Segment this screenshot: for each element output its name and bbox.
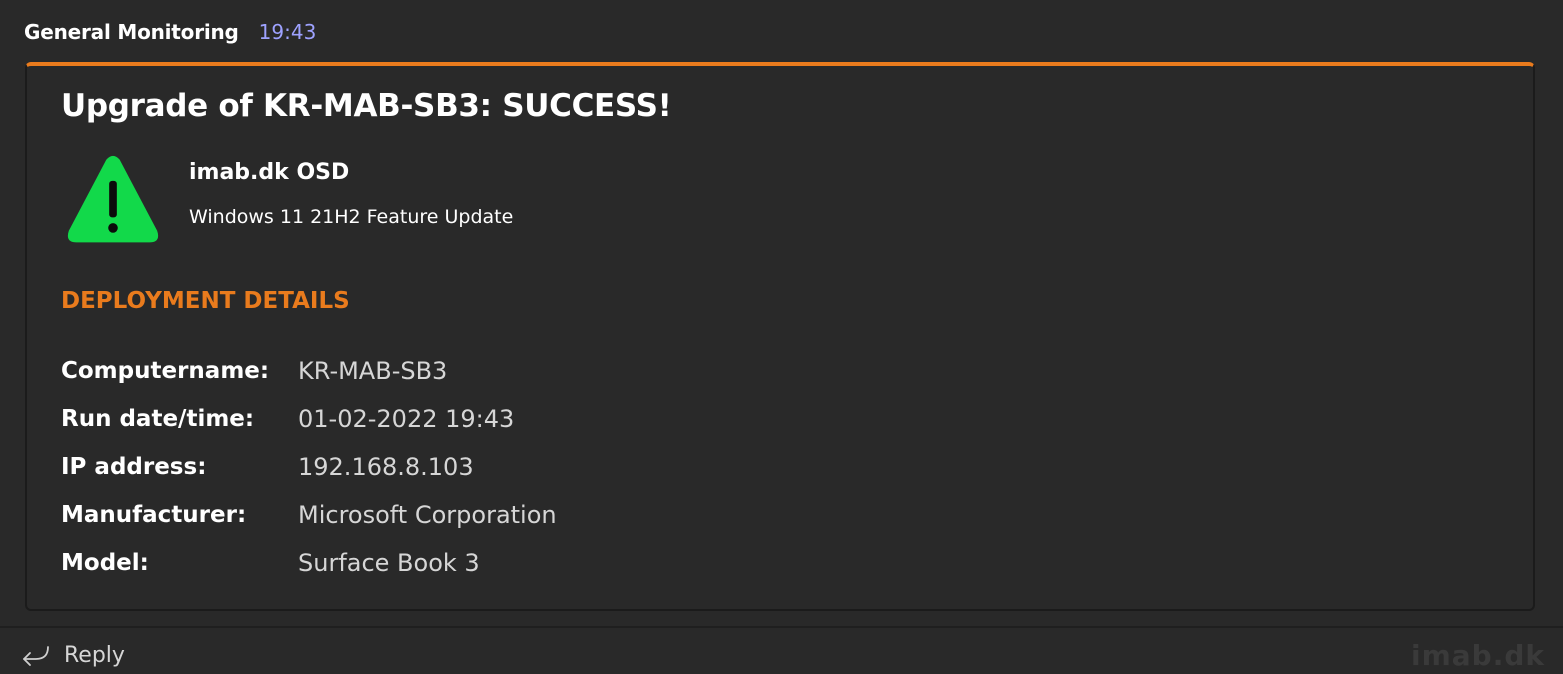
watermark-logo: imab.dk — [1410, 639, 1545, 672]
message-header: General Monitoring 19:43 — [24, 18, 316, 46]
fact-value: 01-02-2022 19:43 — [298, 405, 515, 433]
fact-label: Manufacturer: — [61, 502, 247, 528]
fact-set: Computername: KR-MAB-SB3 Run date/time: … — [61, 347, 961, 587]
fact-row-run-date: Run date/time: 01-02-2022 19:43 — [61, 395, 961, 443]
warning-triangle-icon — [67, 155, 159, 243]
card-title: Upgrade of KR-MAB-SB3: SUCCESS! — [61, 88, 672, 124]
fact-label: IP address: — [61, 454, 207, 480]
teams-message: General Monitoring 19:43 Upgrade of KR-M… — [0, 0, 1563, 674]
fact-value: 192.168.8.103 — [298, 453, 474, 481]
fact-label: Run date/time: — [61, 406, 255, 432]
adaptive-card: Upgrade of KR-MAB-SB3: SUCCESS! imab.dk … — [25, 62, 1535, 611]
reply-button[interactable]: Reply — [20, 638, 125, 672]
fact-label: Model: — [61, 550, 149, 576]
message-timestamp: 19:43 — [258, 20, 317, 44]
fact-label: Computername: — [61, 358, 270, 384]
fact-row-ip-address: IP address: 192.168.8.103 — [61, 443, 961, 491]
fact-row-manufacturer: Manufacturer: Microsoft Corporation — [61, 491, 961, 539]
fact-value: Microsoft Corporation — [298, 501, 557, 529]
app-name: imab.dk OSD — [189, 160, 350, 185]
reply-label: Reply — [64, 642, 125, 668]
fact-value: Surface Book 3 — [298, 549, 480, 577]
divider — [0, 626, 1563, 628]
fact-value: KR-MAB-SB3 — [298, 357, 448, 385]
sender-name[interactable]: General Monitoring — [24, 20, 239, 44]
reply-arrow-icon — [23, 646, 49, 666]
app-subtitle: Windows 11 21H2 Feature Update — [189, 206, 514, 228]
fact-row-model: Model: Surface Book 3 — [61, 539, 961, 587]
fact-row-computername: Computername: KR-MAB-SB3 — [61, 347, 961, 395]
section-title: DEPLOYMENT DETAILS — [61, 288, 350, 314]
